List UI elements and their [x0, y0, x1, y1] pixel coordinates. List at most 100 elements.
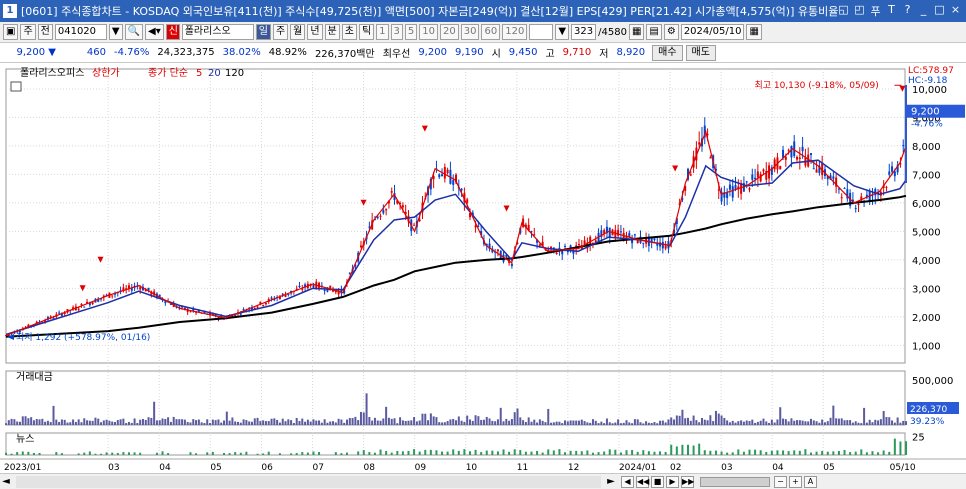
news-bar: [625, 450, 628, 455]
interval-30-button[interactable]: 30: [460, 24, 480, 40]
link-window-icon[interactable]: ◱: [838, 3, 849, 19]
volume-bar: [181, 419, 184, 425]
interval-10-button[interactable]: 10: [419, 24, 439, 40]
stock-chart[interactable]: 1,000 2,000 3,000 4,000 5,000 6,000 7,000 8,000…: [0, 63, 966, 473]
rewind-icon[interactable]: ◀◀: [636, 475, 649, 488]
bar-count-input[interactable]: 323: [571, 24, 597, 40]
interval-dropdown-icon[interactable]: ▼: [555, 24, 570, 40]
volume-bar: [278, 422, 281, 425]
candle-body: [779, 166, 782, 170]
news-bar: [368, 452, 371, 455]
volume-bar: [250, 421, 253, 425]
news-bar: [865, 452, 868, 455]
news-bar: [647, 451, 650, 455]
fast-forward-icon[interactable]: ▶▶: [681, 475, 694, 488]
pin-icon[interactable]: 푸: [870, 3, 881, 19]
volume-bar: [309, 421, 312, 425]
interval-1-button[interactable]: 1: [376, 24, 389, 40]
window-copy-icon[interactable]: ◰: [854, 3, 865, 19]
news-bar: [541, 452, 544, 455]
stock-code-input[interactable]: 041020: [54, 24, 107, 40]
auto-scale-icon[interactable]: A: [804, 475, 817, 488]
volume-bar: [312, 419, 315, 425]
news-bar: [675, 446, 678, 455]
news-bar: [10, 453, 13, 455]
code-dropdown-icon[interactable]: ▼: [108, 24, 123, 40]
interval-3-button[interactable]: 3: [390, 24, 403, 40]
volume-bar: [108, 420, 111, 425]
stock-name-field: 폴라리스오: [181, 24, 254, 40]
sound-icon[interactable]: ◀▾: [145, 24, 164, 40]
volume-bar: [337, 418, 340, 425]
volume-bar: [359, 411, 362, 425]
period-minute-button[interactable]: 분: [324, 24, 340, 40]
volume-bar: [295, 417, 298, 425]
period-week-button[interactable]: 주: [272, 24, 289, 40]
minimize-button[interactable]: _: [918, 3, 929, 19]
news-bar: [815, 451, 818, 455]
high-label: 고: [545, 49, 555, 60]
volume-bar: [603, 423, 606, 425]
help-icon[interactable]: ?: [902, 3, 913, 19]
news-bar: [83, 452, 86, 455]
settings-icon[interactable]: ⚙: [663, 24, 679, 40]
volume-bar: [594, 420, 597, 425]
search-icon[interactable]: 🔍: [124, 24, 144, 40]
indicator-settings-icon[interactable]: [10, 81, 22, 92]
volume-bar: [846, 420, 849, 425]
sell-button[interactable]: 매도: [685, 44, 716, 61]
ask-price: 9,200: [418, 47, 447, 58]
stop-icon[interactable]: ■: [651, 475, 664, 488]
close-button[interactable]: ×: [950, 3, 961, 19]
period-tick-button[interactable]: 틱: [358, 24, 375, 40]
volume-bar: [798, 420, 801, 425]
last-price-label: 9,200: [911, 107, 940, 118]
maximize-button[interactable]: □: [934, 3, 945, 19]
volume-bar: [46, 420, 49, 425]
zoom-in-icon[interactable]: +: [789, 475, 802, 488]
volume-bar: [734, 422, 737, 425]
period-year-button[interactable]: 년: [307, 24, 323, 40]
save-icon[interactable]: ▤: [646, 24, 662, 40]
zoom-out-icon[interactable]: −: [774, 475, 787, 488]
interval-custom-input[interactable]: [529, 24, 554, 40]
x-tick-label: 02: [670, 463, 681, 473]
volume-bar: [346, 419, 349, 425]
period-second-button[interactable]: 초: [341, 24, 357, 40]
volume-bar: [410, 420, 413, 425]
grid-icon[interactable]: ▦: [628, 24, 645, 40]
text-icon[interactable]: T: [886, 3, 897, 19]
scroll-right-icon[interactable]: ►: [605, 476, 617, 487]
interval-20-button[interactable]: 20: [440, 24, 459, 40]
date-input[interactable]: 2024/05/10: [680, 24, 745, 40]
news-bar: [603, 451, 606, 455]
playback-controls: ◀ ◀◀ ■ ▶ ▶▶: [621, 475, 694, 488]
news-bar: [782, 450, 785, 455]
scroll-track[interactable]: [16, 475, 601, 488]
play-icon[interactable]: ▶: [666, 475, 679, 488]
buy-button[interactable]: 매수: [652, 44, 683, 61]
interval-5-button[interactable]: 5: [404, 24, 418, 40]
scroll-left-icon[interactable]: ◄: [0, 476, 12, 487]
candle-body: [801, 146, 804, 152]
volume-bar: [382, 418, 385, 425]
type-selector[interactable]: 주: [20, 24, 36, 40]
min-price-annotation: 최저 1,292 (+578.97%, 01/16): [16, 332, 150, 343]
volume-bar: [35, 418, 38, 425]
chart-menu-icon[interactable]: ▣: [3, 24, 19, 40]
interval-120-button[interactable]: 120: [502, 24, 528, 40]
news-bar: [362, 450, 365, 455]
volume-bar: [773, 422, 776, 425]
market-selector[interactable]: 전: [37, 24, 53, 40]
news-panel-frame: [5, 432, 906, 456]
prev-icon[interactable]: ◀: [621, 475, 634, 488]
period-month-button[interactable]: 월: [290, 24, 306, 40]
volume-bar: [144, 419, 147, 425]
calendar-icon[interactable]: ▦: [746, 24, 762, 40]
news-bar: [709, 450, 712, 455]
interval-60-button[interactable]: 60: [481, 24, 501, 40]
volume-bar: [122, 418, 125, 425]
candle-body: [139, 287, 142, 290]
period-day-button[interactable]: 일: [255, 24, 271, 40]
zoom-slider[interactable]: [700, 476, 770, 487]
